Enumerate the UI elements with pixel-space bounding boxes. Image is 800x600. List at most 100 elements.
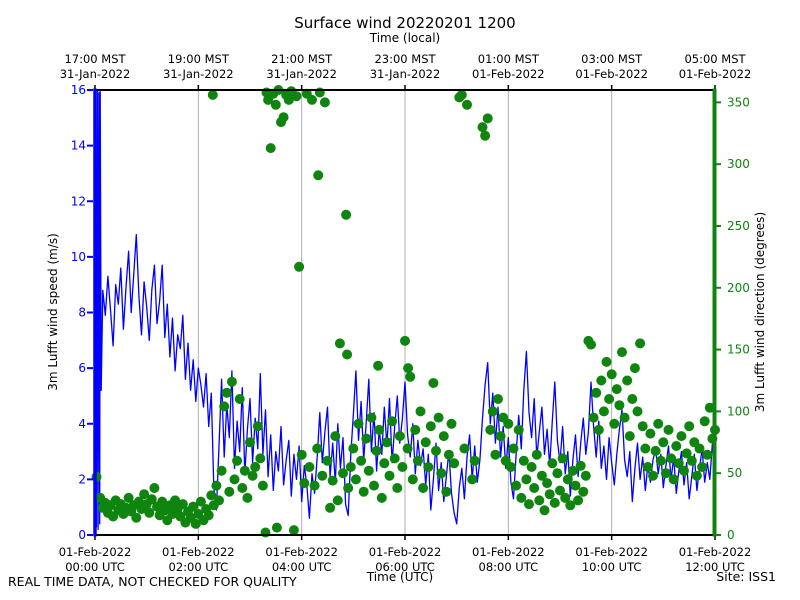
wind-direction-dot [598,406,609,417]
wind-direction-dot [668,474,679,485]
wind-direction-dot [622,375,633,386]
left-tick-label: 14 [71,139,86,153]
left-tick-label: 6 [78,361,86,375]
wind-direction-dot [224,486,235,497]
wind-direction-dot [697,462,708,472]
wind-direction-dot [676,431,687,442]
right-tick-label: 50 [727,466,742,480]
wind-direction-dot [645,428,656,439]
wind-direction-dot [221,387,232,398]
wind-direction-dot [544,489,555,500]
top-tick-time-label: 21:00 MST [271,52,333,66]
top-tick-time-label: 03:00 MST [581,52,643,66]
bottom-tick-date-label: 01-Feb-2022 [575,545,648,559]
wind-direction-dot [467,474,478,485]
wind-direction-dot [459,443,470,454]
wind-direction-dot [490,449,501,460]
wind-direction-dot [325,502,336,513]
wind-direction-dot [578,486,589,497]
wind-direction-dot [663,424,674,435]
wind-direction-dot [699,416,710,427]
wind-direction-dot [252,421,263,432]
wind-direction-dot [330,431,341,442]
wind-direction-dot [338,468,348,479]
wind-direction-dot [371,445,382,456]
wind-direction-dot [428,378,439,388]
wind-direction-dot [394,431,405,442]
wind-direction-dot [586,339,596,350]
wind-direction-dot [402,443,413,454]
wind-direction-dot [462,99,472,110]
wind-direction-dot [635,338,646,349]
wind-direction-dot [345,462,356,472]
wind-direction-dot [312,443,323,454]
wind-direction-dot [521,474,532,485]
wind-direction-dot [425,421,436,432]
bottom-tick-time-label: 08:00 UTC [479,560,539,574]
wind-direction-dot [660,468,671,479]
wind-direction-dot [288,525,299,536]
wind-direction-dot [508,443,519,454]
wind-direction-dot [214,495,224,506]
bottom-tick-date-label: 01-Feb-2022 [472,545,545,559]
wind-direction-dot [487,406,498,417]
wind-direction-dot [438,431,449,442]
left-tick-label: 0 [78,528,86,542]
wind-direction-dot [245,437,255,448]
wind-direction-dot [237,483,248,493]
wind-direction-dot [270,99,281,110]
wind-direction-dot [234,394,245,404]
wind-direction-dot [384,470,395,481]
wind-direction-dot [271,522,282,533]
right-axis-label: 3m Lufft wind direction (degrees) [753,212,767,412]
wind-direction-dot [477,122,488,133]
wind-direction-dot [518,455,529,466]
wind-direction-dot [418,483,429,493]
wind-direction-dot [229,474,240,485]
wind-direction-dot [648,470,658,481]
wind-direction-dot [511,480,522,491]
wind-direction-dot [250,462,261,472]
wind-direction-dot [369,480,379,491]
wind-direction-dot [446,418,457,429]
wind-direction-dot [694,443,705,454]
wind-direction-dot [547,458,558,469]
wind-direction-dot [343,483,354,493]
wind-direction-dot [149,483,160,493]
wind-direction-dot [588,412,599,423]
wind-direction-dot [614,400,625,411]
wind-direction-dot [412,455,423,466]
wind-direction-dot [531,449,542,460]
wind-direction-dot [653,418,664,429]
wind-direction-dot [257,480,268,491]
wind-direction-dot [407,474,418,485]
wind-direction-dot [319,97,330,108]
wind-direction-dot [655,455,666,466]
wind-direction-dot [341,209,352,220]
wind-direction-dot [557,453,568,464]
wind-direction-dot [423,462,434,472]
chart-canvas: 17:00 MST31-Jan-202219:00 MST31-Jan-2022… [8,14,776,589]
wind-direction-dot [443,449,454,460]
wind-direction-dot [534,495,545,506]
top-tick-date-label: 31-Jan-2022 [163,67,234,81]
wind-direction-dot [242,492,253,503]
wind-direction-dot [397,462,408,472]
wind-direction-dot [366,412,377,423]
wind-direction-dot [449,458,460,469]
wind-direction-dot [624,431,635,442]
top-tick-date-label: 01-Feb-2022 [679,67,752,81]
wind-direction-dot [573,495,584,506]
wind-direction-dot [291,91,302,102]
right-tick-label: 200 [727,281,750,295]
wind-direction-dot [309,480,320,491]
wind-direction-dot [469,455,480,466]
wind-direction-dot [650,445,661,456]
wind-direction-dot [387,416,398,427]
wind-direction-dot [480,130,491,141]
left-tick-label: 12 [71,194,86,208]
top-tick-date-label: 01-Feb-2022 [472,67,545,81]
wind-direction-dot [203,510,214,521]
wind-direction-dot [361,433,372,444]
wind-direction-dot [671,441,682,451]
